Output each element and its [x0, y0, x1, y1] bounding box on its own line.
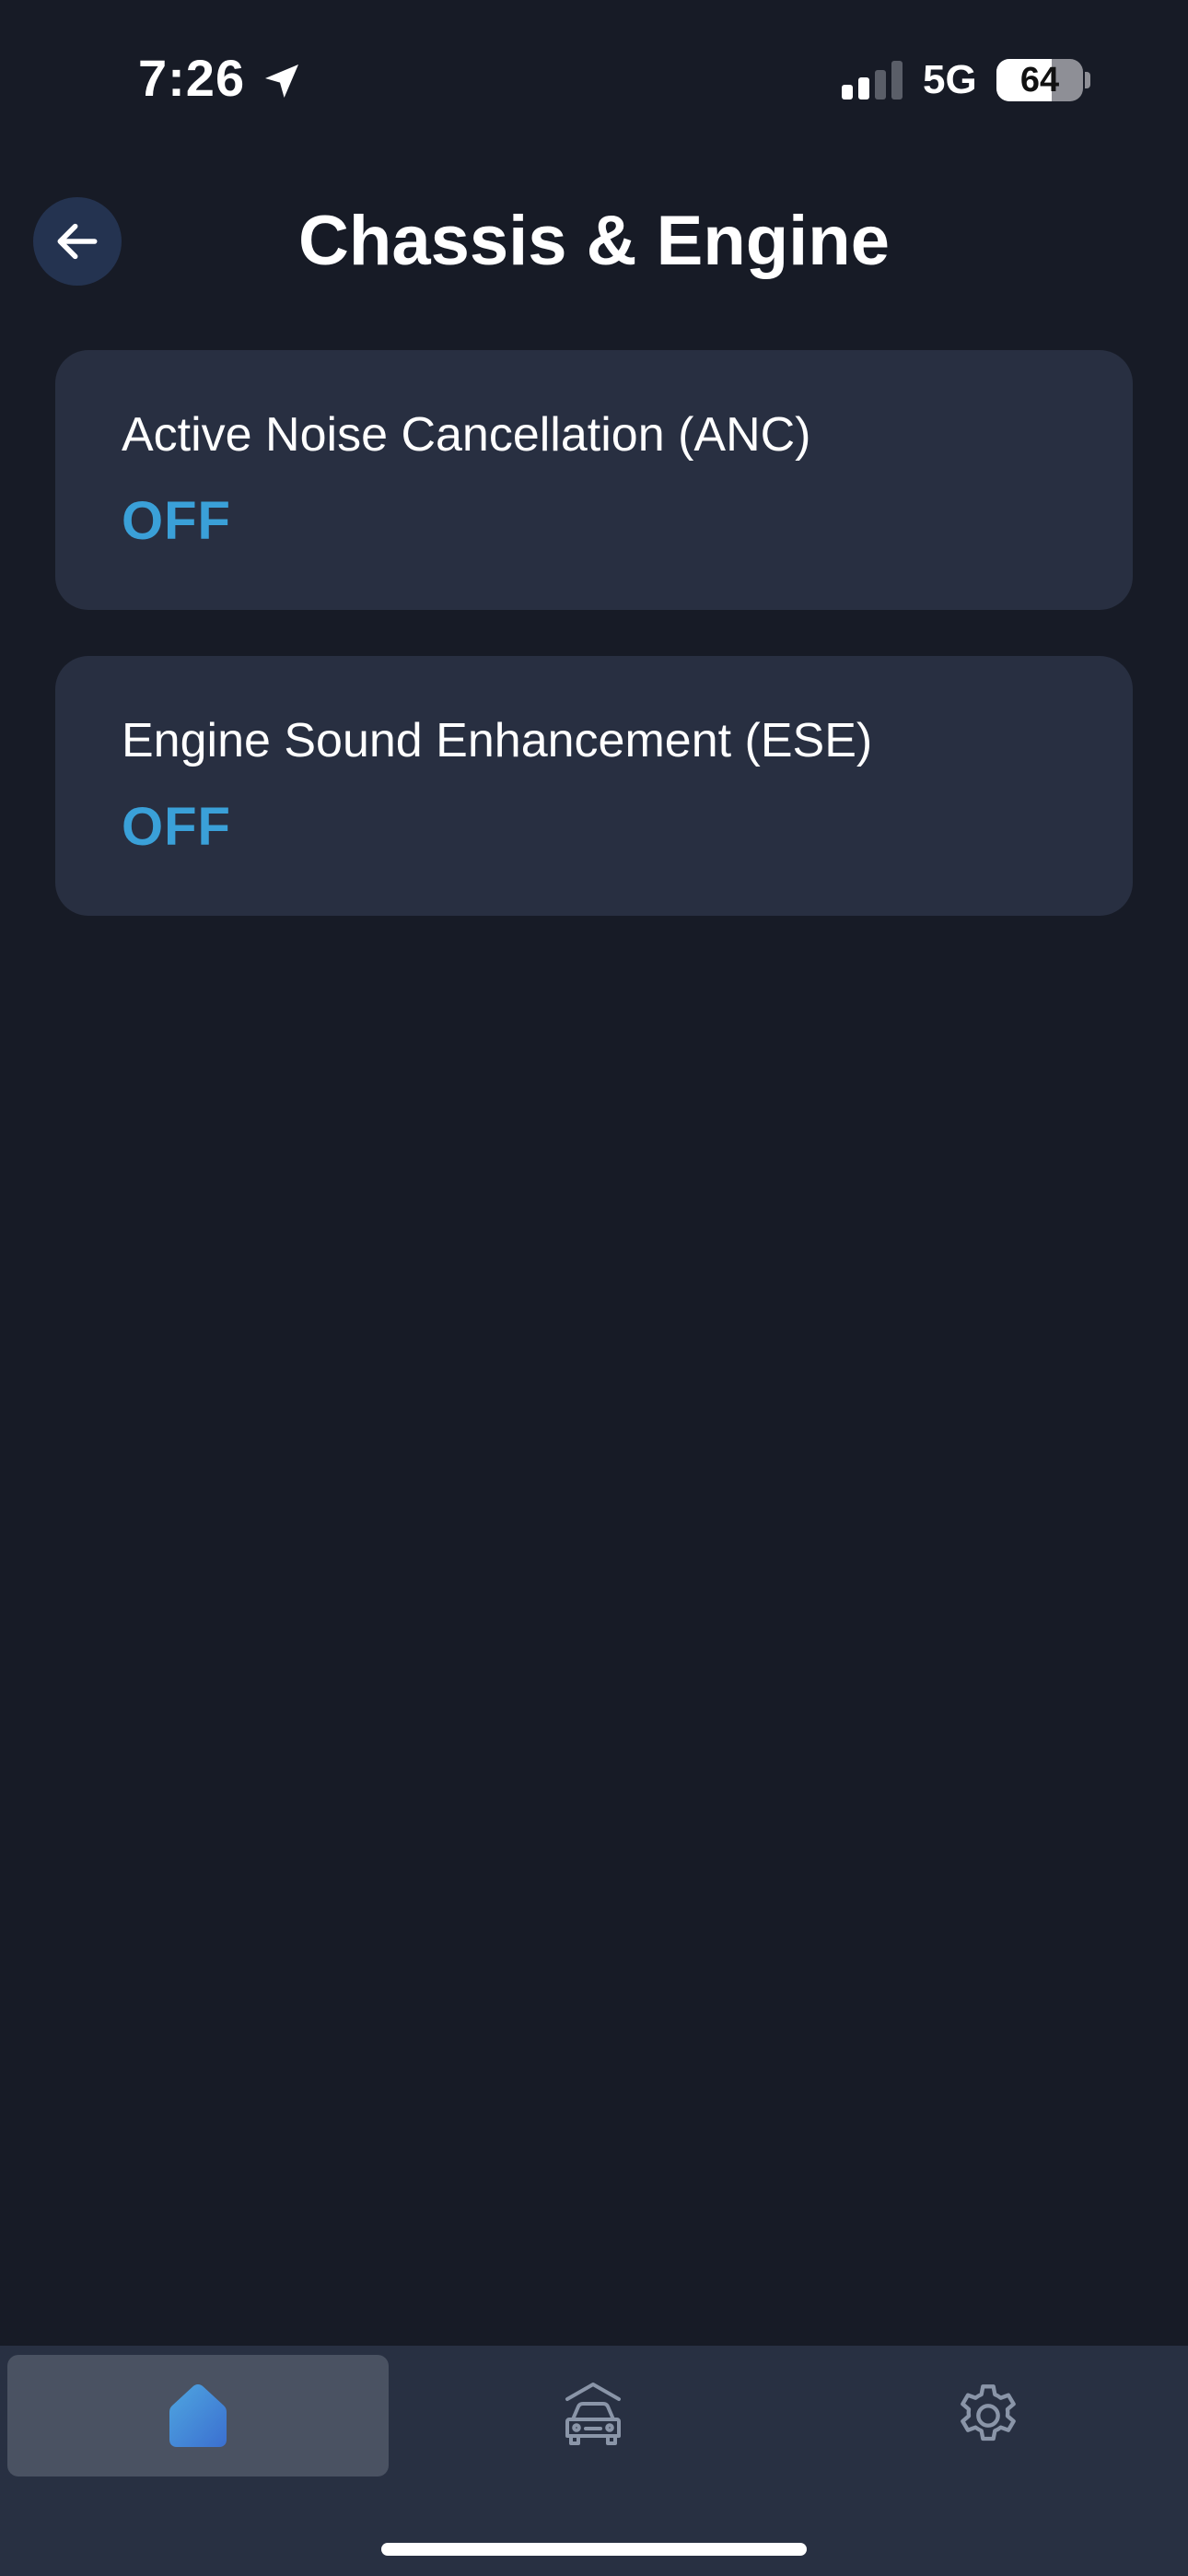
gear-icon: [961, 2384, 1016, 2441]
home-indicator: [381, 2543, 807, 2556]
setting-value-anc: OFF: [122, 491, 231, 551]
setting-value-ese: OFF: [122, 797, 231, 857]
location-arrow-icon: [265, 64, 298, 98]
status-time: 7:26: [138, 49, 246, 107]
back-button[interactable]: [33, 197, 122, 286]
battery-cap: [1085, 72, 1090, 88]
setting-label-ese: Engine Sound Enhancement (ESE): [122, 714, 873, 767]
home-icon: [169, 2384, 227, 2447]
tab-home[interactable]: [7, 2355, 389, 2476]
network-label: 5G: [923, 57, 977, 102]
status-bar: 7:26 5G 64: [0, 0, 1188, 157]
page-title: Chassis & Engine: [298, 202, 890, 280]
signal-icon: [842, 61, 903, 100]
car-icon: [565, 2383, 621, 2445]
setting-label-anc: Active Noise Cancellation (ANC): [122, 408, 811, 462]
tab-vehicle[interactable]: [396, 2355, 790, 2476]
battery-level: 64: [1019, 61, 1060, 100]
setting-card-ese[interactable]: Engine Sound Enhancement (ESE) OFF: [55, 656, 1133, 916]
setting-card-anc[interactable]: Active Noise Cancellation (ANC) OFF: [55, 350, 1133, 610]
battery-icon: 64: [996, 59, 1083, 101]
arrow-left-icon: [57, 223, 98, 260]
tab-settings[interactable]: [798, 2355, 1179, 2476]
tab-bar: [0, 2346, 1188, 2576]
